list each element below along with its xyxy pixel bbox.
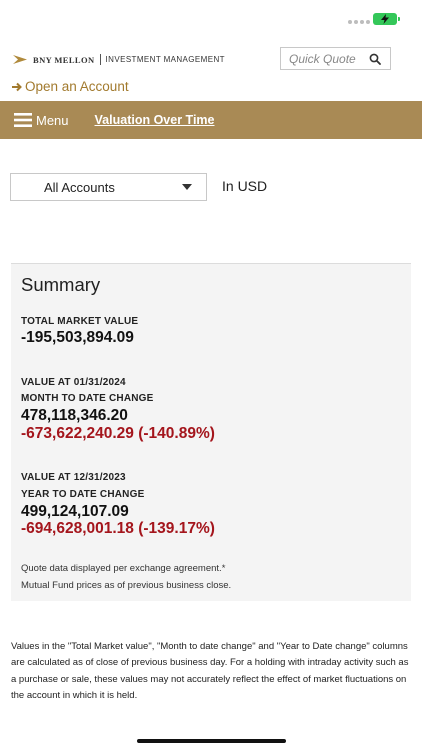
- chevron-down-icon: [182, 184, 192, 190]
- nav-bar: Menu Valuation Over Time: [0, 101, 422, 139]
- summary-panel: Summary TOTAL MARKET VALUE -195,503,894.…: [11, 263, 411, 601]
- mtd-date-label: VALUE AT 01/31/2024: [21, 377, 126, 388]
- ytd-date-label: VALUE AT 12/31/2023: [21, 472, 126, 483]
- battery-charging-icon: [373, 13, 400, 25]
- menu-label: Menu: [36, 112, 69, 128]
- bny-logo-chevron-icon: [13, 55, 27, 64]
- menu-button[interactable]: Menu: [14, 113, 69, 128]
- brand-division: INVESTMENT MANAGEMENT: [105, 55, 225, 64]
- quote-data-note: Quote data displayed per exchange agreem…: [21, 563, 226, 574]
- currency-label: In USD: [222, 178, 268, 194]
- mtd-change-value: -673,622,240.29 (-140.89%): [21, 425, 215, 442]
- brand-divider: [99, 54, 101, 65]
- cellular-signal-icon: [348, 20, 370, 24]
- quick-quote-input[interactable]: [289, 48, 369, 69]
- status-bar: [0, 0, 422, 36]
- home-indicator[interactable]: [137, 739, 286, 743]
- hamburger-menu-icon: [14, 113, 32, 127]
- quick-quote-box[interactable]: [280, 47, 391, 70]
- ytd-value: 499,124,107.09: [21, 503, 129, 520]
- total-market-value: -195,503,894.09: [21, 329, 134, 346]
- brand-logo: BNY MELLON INVESTMENT MANAGEMENT: [13, 54, 225, 65]
- account-dropdown[interactable]: All Accounts: [10, 173, 207, 201]
- valuation-disclaimer: Values in the "Total Market value", "Mon…: [11, 641, 409, 701]
- account-dropdown-value: All Accounts: [44, 179, 115, 195]
- arrow-right-icon: [12, 82, 22, 91]
- summary-title: Summary: [21, 274, 101, 295]
- search-icon[interactable]: [369, 53, 381, 65]
- open-account-label: Open an Account: [25, 79, 129, 94]
- ytd-change-value: -694,628,001.18 (-139.17%): [21, 520, 215, 537]
- valuation-over-time-link[interactable]: Valuation Over Time: [95, 113, 215, 127]
- open-account-link[interactable]: Open an Account: [11, 79, 129, 94]
- mtd-change-label: MONTH TO DATE CHANGE: [21, 393, 154, 404]
- ytd-change-label: YEAR TO DATE CHANGE: [21, 489, 145, 500]
- brand-name: BNY MELLON: [33, 54, 95, 65]
- total-market-value-label: TOTAL MARKET VALUE: [21, 316, 139, 327]
- mtd-value: 478,118,346.20: [21, 407, 128, 424]
- mutual-fund-note: Mutual Fund prices as of previous busine…: [21, 580, 232, 591]
